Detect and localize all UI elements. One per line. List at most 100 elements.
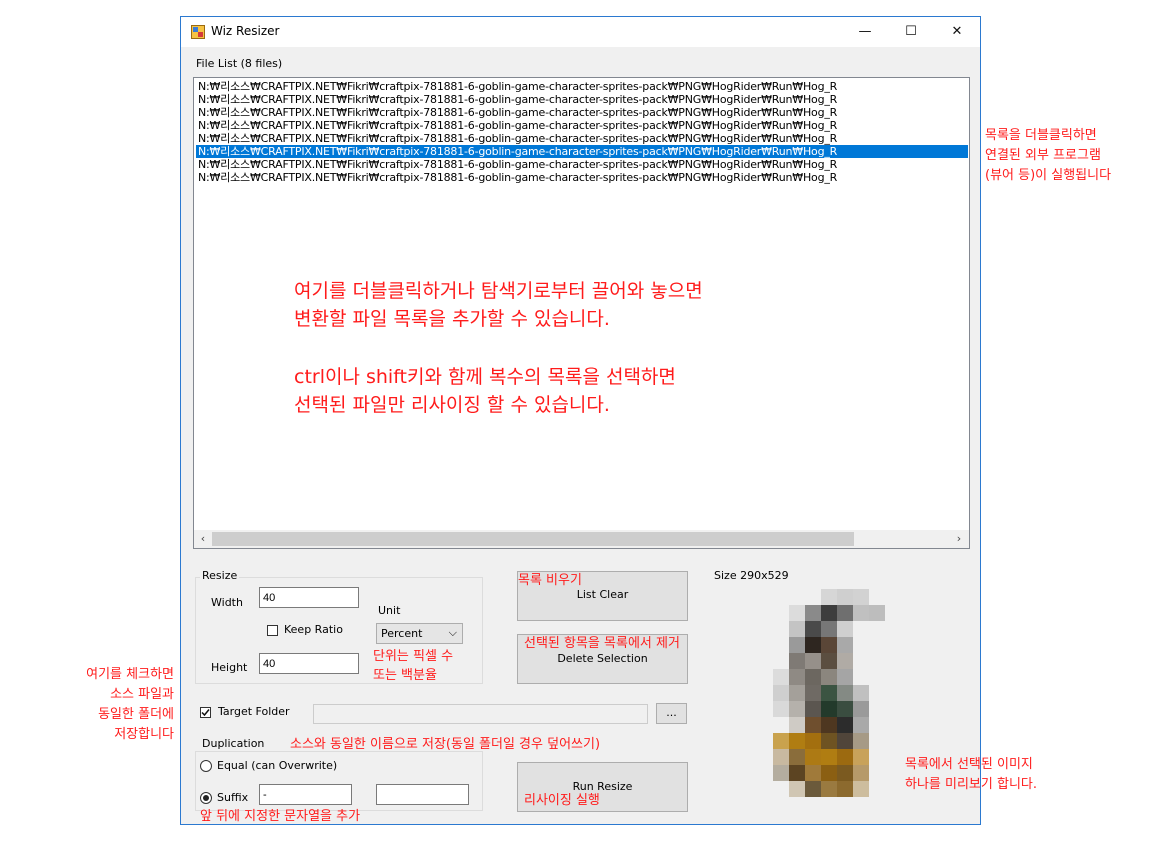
list-item[interactable]: N:₩리소스₩CRAFTPIX.NET₩Fikri₩craftpix-78188… — [198, 171, 968, 184]
preview-pixel — [789, 733, 805, 749]
annotation-run-resize: 리사이징 실행 — [524, 793, 600, 808]
horizontal-scrollbar[interactable]: ‹ › — [194, 530, 969, 548]
prefix-input[interactable] — [259, 784, 352, 805]
preview-pixel — [821, 749, 837, 765]
list-item[interactable]: N:₩리소스₩CRAFTPIX.NET₩Fikri₩craftpix-78188… — [198, 106, 968, 119]
annotation-duplication: 소스와 동일한 이름으로 저장(동일 폴더일 경우 덮어쓰기) — [290, 737, 601, 752]
maximize-button[interactable]: ☐ — [888, 17, 934, 47]
preview-pixel — [821, 733, 837, 749]
preview-pixel — [805, 733, 821, 749]
file-list[interactable]: N:₩리소스₩CRAFTPIX.NET₩Fikri₩craftpix-78188… — [193, 77, 970, 549]
preview-pixel — [837, 685, 853, 701]
annotation-unit-2: 또는 백분율 — [373, 668, 437, 683]
resize-group-label: Resize — [200, 569, 240, 582]
preview-pixel — [837, 637, 853, 653]
keep-ratio-label: Keep Ratio — [284, 623, 343, 636]
preview-pixel — [853, 701, 869, 717]
preview-pixel — [837, 749, 853, 765]
preview-pixel — [805, 781, 821, 797]
title-bar[interactable]: Wiz Resizer — ☐ ✕ — [181, 17, 980, 47]
browse-button[interactable]: ... — [656, 703, 687, 724]
preview-pixel — [805, 765, 821, 781]
close-icon: ✕ — [951, 24, 963, 39]
preview-pixel — [789, 621, 805, 637]
width-input[interactable] — [259, 587, 359, 608]
unit-select[interactable]: Percent ⌵ — [376, 623, 463, 644]
check-icon — [201, 709, 210, 717]
annotation-suffix: 앞 뒤에 지정한 문자열을 추가 — [200, 809, 361, 824]
annotation-preview-2: 하나를 미리보기 합니다. — [905, 777, 1037, 792]
annotation-dblclick-3: (뷰어 등)이 실행됩니다 — [985, 168, 1112, 183]
annotation-dblclick-2: 연결된 외부 프로그램 — [985, 148, 1101, 163]
list-item[interactable]: N:₩리소스₩CRAFTPIX.NET₩Fikri₩craftpix-78188… — [198, 132, 968, 145]
target-folder-checkbox[interactable] — [200, 707, 211, 718]
suffix-input[interactable] — [376, 784, 469, 805]
preview-pixel — [837, 669, 853, 685]
preview-pixel — [805, 717, 821, 733]
preview-pixel — [853, 605, 869, 621]
annotation-list-clear: 목록 비우기 — [518, 573, 582, 588]
annotation-target-4: 저장합니다 — [114, 727, 174, 742]
annotation-target-2: 소스 파일과 — [110, 687, 174, 702]
app-icon — [191, 25, 205, 39]
list-item[interactable]: N:₩리소스₩CRAFTPIX.NET₩Fikri₩craftpix-78188… — [198, 119, 968, 132]
preview-pixel — [853, 717, 869, 733]
preview-pixel — [773, 685, 789, 701]
suffix-radio-label: Suffix — [217, 791, 249, 804]
scroll-right-icon[interactable]: › — [952, 532, 966, 546]
height-label: Height — [211, 661, 248, 674]
preview-pixel — [789, 749, 805, 765]
preview-pixel — [821, 605, 837, 621]
list-item[interactable]: N:₩리소스₩CRAFTPIX.NET₩Fikri₩craftpix-78188… — [198, 93, 968, 106]
minimize-button[interactable]: — — [842, 17, 888, 47]
suffix-radio[interactable] — [200, 792, 212, 804]
chevron-down-icon: ⌵ — [448, 626, 457, 639]
preview-pixel — [773, 669, 789, 685]
preview-pixel — [821, 669, 837, 685]
image-preview — [773, 589, 903, 804]
app-window: Wiz Resizer — ☐ ✕ File List (8 files) N:… — [180, 16, 981, 825]
file-list-hint-line-2: 변환할 파일 목록을 추가할 수 있습니다. — [294, 308, 610, 330]
preview-pixel — [837, 781, 853, 797]
preview-pixel — [853, 685, 869, 701]
equal-radio[interactable] — [200, 760, 212, 772]
preview-pixel — [853, 749, 869, 765]
preview-pixel — [789, 653, 805, 669]
preview-pixel — [789, 701, 805, 717]
target-folder-input[interactable] — [313, 704, 648, 724]
file-list-hint-line-4: 선택된 파일만 리사이징 할 수 있습니다. — [294, 394, 610, 416]
file-list-label: File List (8 files) — [196, 57, 283, 70]
preview-pixel — [869, 605, 885, 621]
unit-label: Unit — [378, 604, 401, 617]
preview-pixel — [789, 669, 805, 685]
preview-pixel — [821, 621, 837, 637]
annotation-dblclick-1: 목록을 더블클릭하면 — [985, 128, 1097, 143]
close-button[interactable]: ✕ — [934, 17, 980, 47]
preview-pixel — [805, 669, 821, 685]
preview-pixel — [853, 733, 869, 749]
preview-pixel — [837, 621, 853, 637]
preview-pixel — [853, 765, 869, 781]
preview-pixel — [805, 749, 821, 765]
window-title: Wiz Resizer — [211, 24, 280, 38]
preview-pixel — [821, 781, 837, 797]
preview-pixel — [821, 685, 837, 701]
duplication-group-label: Duplication — [200, 737, 267, 750]
preview-pixel — [837, 605, 853, 621]
annotation-preview-1: 목록에서 선택된 이미지 — [905, 757, 1033, 772]
preview-pixel — [805, 621, 821, 637]
scroll-left-icon[interactable]: ‹ — [196, 532, 210, 546]
scrollbar-thumb[interactable] — [212, 532, 854, 546]
preview-pixel — [805, 605, 821, 621]
list-item[interactable]: N:₩리소스₩CRAFTPIX.NET₩Fikri₩craftpix-78188… — [198, 80, 968, 93]
annotation-delete-selection: 선택된 항목을 목록에서 제거 — [524, 636, 680, 651]
preview-pixel — [789, 765, 805, 781]
unit-select-value: Percent — [381, 627, 423, 640]
minimize-icon: — — [858, 24, 872, 39]
list-item[interactable]: N:₩리소스₩CRAFTPIX.NET₩Fikri₩craftpix-78188… — [198, 158, 968, 171]
keep-ratio-checkbox[interactable] — [267, 625, 278, 636]
list-item[interactable]: N:₩리소스₩CRAFTPIX.NET₩Fikri₩craftpix-78188… — [196, 145, 968, 158]
height-input[interactable] — [259, 653, 359, 674]
preview-pixel — [805, 653, 821, 669]
preview-pixel — [805, 685, 821, 701]
